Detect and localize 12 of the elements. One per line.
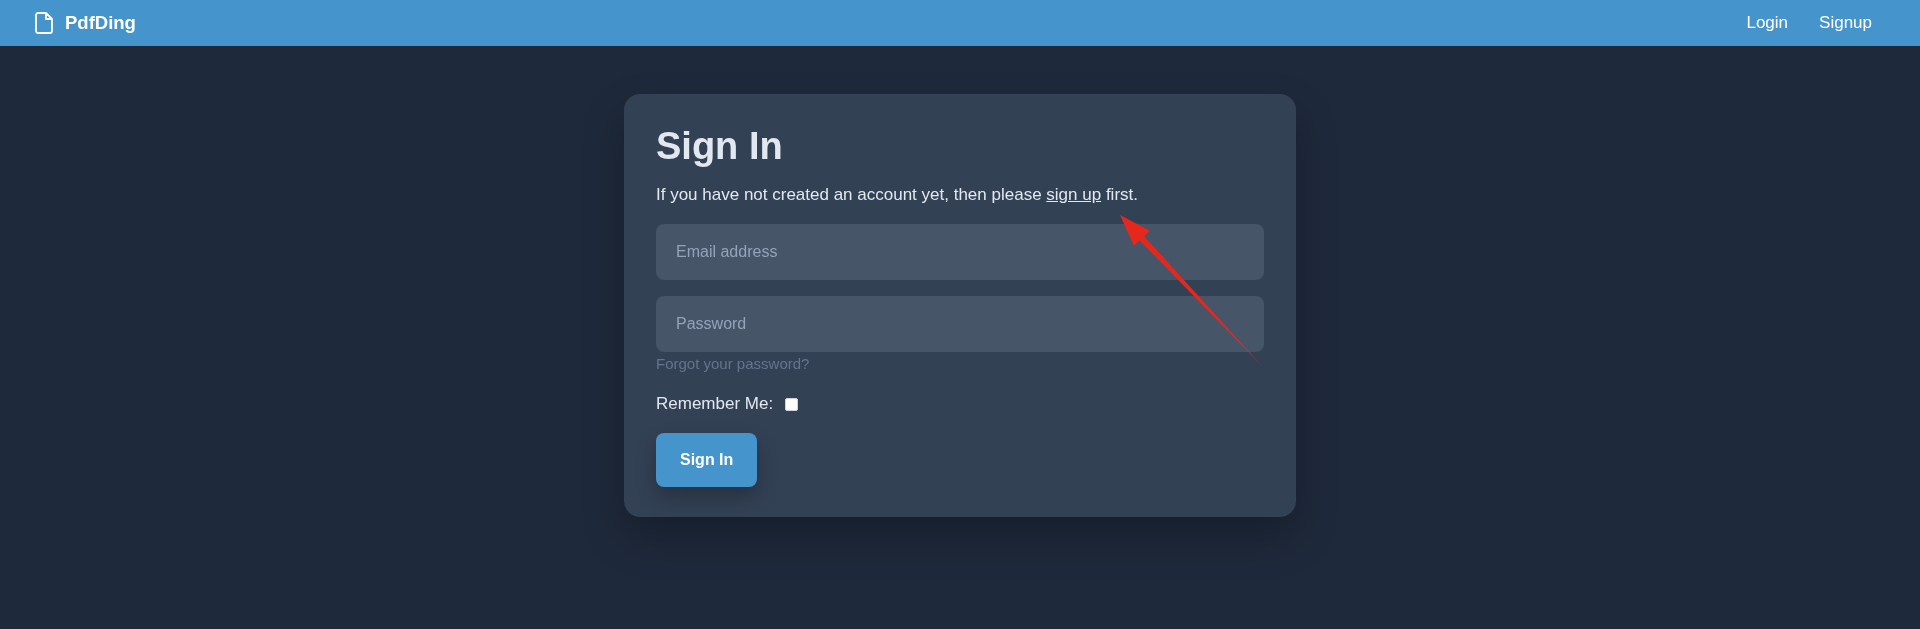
remember-me-checkbox[interactable] [785,397,799,411]
document-icon [35,12,53,34]
sign-in-button[interactable]: Sign In [656,433,758,487]
password-field[interactable]: Password [656,296,1264,352]
signup-prompt: If you have not created an account yet, then please sign up first. [656,184,1139,206]
remember-me-label: Remember Me: [656,393,774,415]
nav-link[interactable]: Login [1746,10,1789,36]
nav-link[interactable]: Signup [1819,10,1872,36]
sign-up-link[interactable]: sign up [1046,185,1102,204]
signin-heading: Sign In [656,126,784,166]
brand-logo-text[interactable]: PdfDing [65,9,136,37]
email-field[interactable]: Email address [656,224,1264,280]
